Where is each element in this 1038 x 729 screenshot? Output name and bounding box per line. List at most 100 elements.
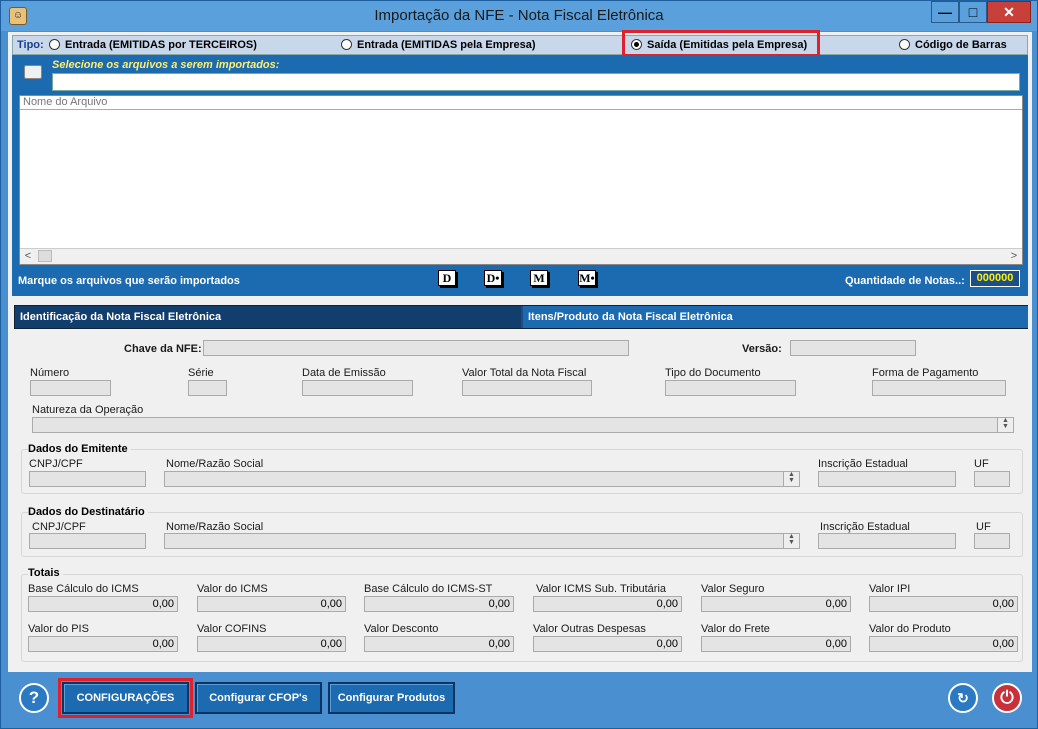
chave-nfe-label: Chave da NFE: xyxy=(124,343,202,355)
total-label: Valor Outras Despesas xyxy=(533,623,646,635)
configurar-produtos-button[interactable]: Configurar Produtos xyxy=(328,682,455,714)
total-label: Valor Seguro xyxy=(701,583,765,595)
total-label: Valor ICMS Sub. Tributária xyxy=(536,583,667,595)
numero-field xyxy=(30,380,111,396)
radio-entrada-empresa[interactable]: Entrada (EMITIDAS pela Empresa) xyxy=(341,39,536,51)
chevron-down-icon[interactable]: ▲ ▼ xyxy=(783,471,799,486)
numero-label: Número xyxy=(30,367,70,379)
mark-d-button[interactable]: D xyxy=(438,270,456,286)
highlight-box-saida xyxy=(622,30,820,57)
emitente-ie-label: Inscrição Estadual xyxy=(818,458,908,470)
help-icon[interactable]: ? xyxy=(19,683,49,713)
file-list[interactable]: Nome do Arquivo < > xyxy=(19,95,1023,265)
serie-field xyxy=(188,380,227,396)
valor-total-label: Valor Total da Nota Fiscal xyxy=(462,367,587,379)
total-value: 0,00 xyxy=(197,636,346,652)
total-value: 0,00 xyxy=(701,636,851,652)
power-icon[interactable]: ⏻ xyxy=(992,683,1022,713)
tab-strip: Identificação da Nota Fiscal Eletrônica … xyxy=(14,305,1028,329)
emitente-uf-label: UF xyxy=(974,458,989,470)
window-title: Importação da NFE - Nota Fiscal Eletrôni… xyxy=(374,7,664,24)
emitente-nome-label: Nome/Razão Social xyxy=(166,458,264,470)
chevron-down-icon[interactable]: ▲ ▼ xyxy=(997,417,1013,432)
radio-indicator xyxy=(341,39,352,50)
total-label: Valor do ICMS xyxy=(197,583,268,595)
data-emissao-label: Data de Emissão xyxy=(302,367,386,379)
tipo-documento-field xyxy=(665,380,796,396)
quantity-value: 000000 xyxy=(970,270,1020,287)
destinatario-ie-label: Inscrição Estadual xyxy=(820,521,910,533)
quantity-label: Quantidade de Notas..: xyxy=(845,275,965,287)
tipo-bar: Tipo: Entrada (EMITIDAS por TERCEIROS) E… xyxy=(12,35,1028,55)
radio-label: Código de Barras xyxy=(915,39,1007,51)
total-label: Valor do PIS xyxy=(28,623,89,635)
radio-entrada-terceiros[interactable]: Entrada (EMITIDAS por TERCEIROS) xyxy=(49,39,257,51)
tab-identificacao[interactable]: Identificação da Nota Fiscal Eletrônica xyxy=(15,306,521,328)
file-select-label: Selecione os arquivos a serem importados… xyxy=(52,59,280,71)
total-value: 0,00 xyxy=(533,596,682,612)
column-header-filename[interactable]: Nome do Arquivo xyxy=(20,96,1022,110)
refresh-icon[interactable]: ↻ xyxy=(948,683,978,713)
radio-label: Entrada (EMITIDAS por TERCEIROS) xyxy=(65,39,257,51)
emitente-ie-field xyxy=(818,471,956,487)
versao-label: Versão: xyxy=(742,343,782,355)
destinatario-uf-field xyxy=(974,533,1010,549)
destinatario-ie-field xyxy=(818,533,956,549)
footer-bar: ? CONFIGURAÇÕES Configurar CFOP's Config… xyxy=(8,672,1032,724)
horizontal-scrollbar[interactable]: < > xyxy=(20,248,1022,264)
title-bar: ☺ Importação da NFE - Nota Fiscal Eletrô… xyxy=(1,1,1037,31)
total-value: 0,00 xyxy=(869,596,1018,612)
tab-itens-produto[interactable]: Itens/Produto da Nota Fiscal Eletrônica xyxy=(523,306,1028,328)
total-value: 0,00 xyxy=(701,596,851,612)
emitente-title: Dados do Emitente xyxy=(28,443,131,455)
natureza-combo[interactable]: ▲ ▼ xyxy=(32,417,1014,433)
configurar-cfop-button[interactable]: Configurar CFOP's xyxy=(195,682,322,714)
destinatario-cnpj-label: CNPJ/CPF xyxy=(32,521,86,533)
chave-nfe-field xyxy=(203,340,629,356)
destinatario-title: Dados do Destinatário xyxy=(28,506,148,518)
minimize-button[interactable]: — xyxy=(931,1,959,23)
emitente-uf-field xyxy=(974,471,1010,487)
mark-m-button[interactable]: M xyxy=(530,270,548,286)
tipo-label: Tipo: xyxy=(17,39,44,51)
data-emissao-field xyxy=(302,380,413,396)
mark-d-all-button[interactable]: D• xyxy=(484,270,502,286)
mark-m-all-button[interactable]: M• xyxy=(578,270,596,286)
maximize-button[interactable]: □ xyxy=(959,1,987,23)
forma-pagamento-label: Forma de Pagamento xyxy=(872,367,979,379)
radio-indicator xyxy=(49,39,60,50)
valor-total-field xyxy=(462,380,592,396)
total-value: 0,00 xyxy=(28,596,178,612)
destinatario-uf-label: UF xyxy=(976,521,991,533)
total-value: 0,00 xyxy=(364,636,514,652)
total-label: Valor Desconto xyxy=(364,623,439,635)
forma-pagamento-field xyxy=(872,380,1006,396)
client-area: Tipo: Entrada (EMITIDAS por TERCEIROS) E… xyxy=(8,30,1032,724)
total-label: Base Cálculo do ICMS xyxy=(28,583,139,595)
emitente-cnpj-label: CNPJ/CPF xyxy=(29,458,83,470)
total-label: Valor COFINS xyxy=(197,623,267,635)
totais-title: Totais xyxy=(28,567,63,579)
tipo-documento-label: Tipo do Documento xyxy=(665,367,761,379)
highlight-box-configuracoes xyxy=(58,678,193,718)
file-path-input[interactable] xyxy=(52,73,1020,91)
scroll-thumb[interactable] xyxy=(38,250,52,262)
chevron-down-icon[interactable]: ▲ ▼ xyxy=(783,533,799,548)
destinatario-cnpj-field xyxy=(29,533,146,549)
scroll-right-icon[interactable]: > xyxy=(1006,249,1022,264)
emitente-nome-combo[interactable]: ▲ ▼ xyxy=(164,471,800,487)
mark-files-label: Marque os arquivos que serão importados xyxy=(18,275,240,287)
total-value: 0,00 xyxy=(869,636,1018,652)
import-nfe-window: ☺ Importação da NFE - Nota Fiscal Eletrô… xyxy=(0,0,1038,729)
destinatario-nome-combo[interactable]: ▲ ▼ xyxy=(164,533,800,549)
radio-indicator xyxy=(899,39,910,50)
radio-codigo-barras[interactable]: Código de Barras xyxy=(899,39,1007,51)
file-panel: Selecione os arquivos a serem importados… xyxy=(12,55,1028,296)
folder-open-icon[interactable] xyxy=(24,65,42,79)
total-value: 0,00 xyxy=(364,596,514,612)
scroll-left-icon[interactable]: < xyxy=(20,249,36,264)
total-value: 0,00 xyxy=(197,596,346,612)
total-label: Valor do Frete xyxy=(701,623,770,635)
close-button[interactable]: ✕ xyxy=(987,1,1031,23)
emitente-cnpj-field xyxy=(29,471,146,487)
